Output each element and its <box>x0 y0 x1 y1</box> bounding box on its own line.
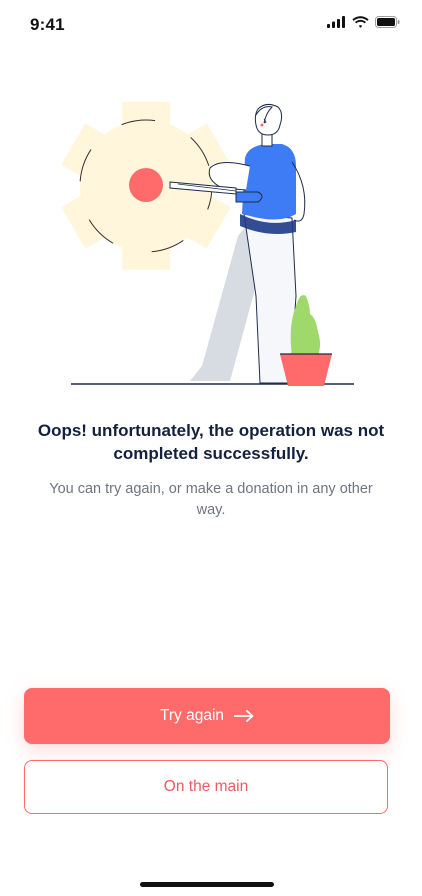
error-subtitle: You can try again, or make a donation in… <box>49 481 373 518</box>
status-time: 9:41 <box>30 15 65 34</box>
try-again-label: Try again <box>159 707 225 724</box>
arrow-right-icon <box>234 710 254 722</box>
home-indicator <box>140 882 274 887</box>
signal-icon <box>327 16 345 28</box>
status-icons <box>327 16 400 28</box>
wifi-icon <box>352 16 369 28</box>
error-screen: 9:41 Oops! unfortunately, the operation … <box>0 0 422 896</box>
error-illustration <box>61 102 354 386</box>
status-bar: 9:41 <box>0 0 422 48</box>
error-title: Oops! unfortunately, the operation was n… <box>37 421 385 463</box>
on-the-main-button[interactable]: On the main <box>24 760 388 814</box>
battery-icon <box>375 16 400 28</box>
try-again-button[interactable]: Try again <box>24 688 390 744</box>
on-the-main-label: On the main <box>163 778 249 795</box>
